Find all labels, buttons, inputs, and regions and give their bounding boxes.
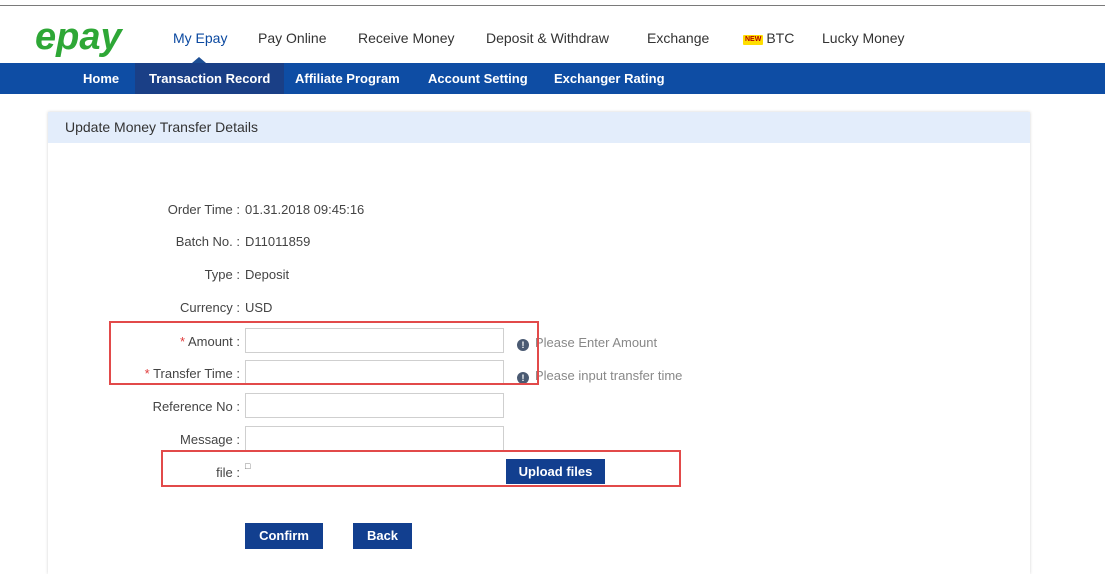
nav-receive-money[interactable]: Receive Money xyxy=(358,30,455,46)
reference-no-input[interactable] xyxy=(245,393,504,418)
panel-title: Update Money Transfer Details xyxy=(48,112,1030,143)
nav-deposit-withdraw[interactable]: Deposit & Withdraw xyxy=(486,30,609,46)
nav-lucky-money[interactable]: Lucky Money xyxy=(822,30,904,46)
currency-label: Currency : xyxy=(180,300,240,315)
back-button[interactable]: Back xyxy=(353,523,412,549)
nav-btc-label: BTC xyxy=(766,30,795,46)
svg-text:epay: epay xyxy=(35,16,123,58)
message-input[interactable] xyxy=(245,426,504,451)
order-time-value: 01.31.2018 09:45:16 xyxy=(245,202,365,217)
highlight-file-upload xyxy=(161,450,681,487)
transfer-time-hint-text: Please input transfer time xyxy=(535,368,683,383)
currency-value: USD xyxy=(245,300,273,315)
order-time-label: Order Time : xyxy=(167,202,240,217)
message-label: Message : xyxy=(180,432,240,447)
sub-navigation: Home Transaction Record Affiliate Progra… xyxy=(0,63,1105,94)
nav-pay-online[interactable]: Pay Online xyxy=(258,30,326,46)
batch-no-label: Batch No. : xyxy=(175,234,240,249)
confirm-button[interactable]: Confirm xyxy=(245,523,323,549)
amount-hint-text: Please Enter Amount xyxy=(535,335,658,350)
type-label: Type : xyxy=(204,267,240,282)
subnav-exchanger-rating[interactable]: Exchanger Rating xyxy=(554,63,665,94)
nav-my-epay[interactable]: My Epay xyxy=(173,30,227,46)
subnav-affiliate-program[interactable]: Affiliate Program xyxy=(295,63,400,94)
nav-exchange[interactable]: Exchange xyxy=(647,30,709,46)
highlight-required-fields xyxy=(109,321,539,385)
batch-no-value: D11011859 xyxy=(245,234,311,249)
top-divider xyxy=(0,5,1105,6)
new-badge: NEW xyxy=(743,35,764,45)
reference-no-label: Reference No : xyxy=(152,399,240,414)
type-value: Deposit xyxy=(245,267,290,282)
nav-btc[interactable]: NEW BTC xyxy=(743,30,794,46)
subnav-home[interactable]: Home xyxy=(83,63,119,94)
subnav-account-setting[interactable]: Account Setting xyxy=(428,63,528,94)
epay-logo[interactable]: epay xyxy=(33,15,143,61)
transfer-time-hint: ! Please input transfer time xyxy=(517,368,682,384)
subnav-transaction-record[interactable]: Transaction Record xyxy=(135,63,285,94)
